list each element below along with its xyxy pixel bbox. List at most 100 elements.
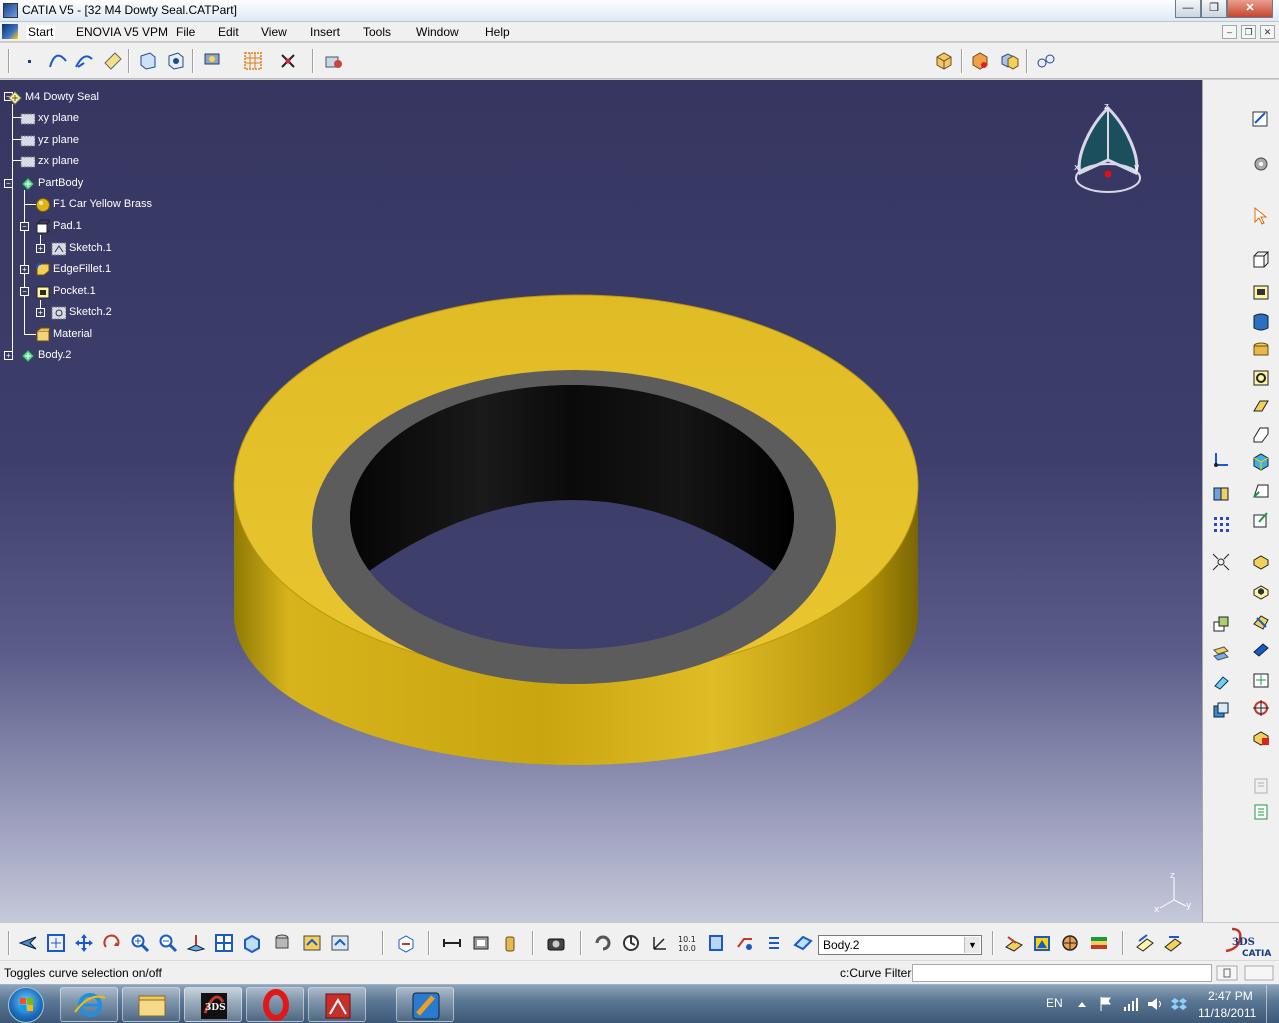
taskbar-internet-explorer[interactable] — [60, 987, 118, 1022]
reference-element-icon[interactable] — [1211, 614, 1231, 634]
stack-icon[interactable] — [1089, 933, 1109, 953]
show-hidden-icons-icon[interactable] — [1076, 997, 1088, 1011]
menu-file[interactable]: File — [176, 25, 195, 39]
menu-tools[interactable]: Tools — [363, 25, 391, 39]
chevron-down-icon[interactable]: ▼ — [964, 937, 980, 953]
menu-enovia[interactable]: ENOVIA V5 VPM — [76, 25, 168, 39]
multi-section-icon[interactable] — [1251, 424, 1271, 444]
clock-time[interactable]: 2:47 PM — [1208, 989, 1253, 1003]
extrude-surface-icon[interactable] — [1211, 644, 1231, 664]
split-icon[interactable] — [1251, 612, 1271, 632]
boolean-icon[interactable] — [1211, 484, 1231, 504]
grid-icon[interactable] — [243, 51, 263, 71]
fit-all-icon[interactable] — [46, 933, 66, 953]
minimize-button[interactable]: — — [1175, 0, 1201, 18]
rib-icon[interactable] — [1251, 368, 1271, 388]
fly-mode-icon[interactable] — [18, 933, 38, 953]
tree-node-pad[interactable]: Pad.1 — [35, 217, 82, 235]
taskbar-explorer[interactable] — [122, 987, 180, 1022]
product-icon[interactable] — [934, 51, 954, 71]
redo-icon[interactable] — [621, 933, 641, 953]
scale-icon[interactable] — [1211, 700, 1231, 720]
sketcher-icon[interactable] — [1251, 108, 1271, 128]
action-center-flag-icon[interactable] — [1098, 995, 1114, 1013]
dropbox-icon[interactable] — [1170, 995, 1188, 1013]
stop-icon[interactable] — [1244, 965, 1274, 981]
thickness-icon[interactable] — [1251, 552, 1271, 572]
catia-app-icon[interactable] — [3, 3, 18, 18]
tree-node-xy-plane[interactable]: xy plane — [20, 109, 79, 127]
annotation-icon[interactable] — [1163, 933, 1183, 953]
capture-icon[interactable] — [546, 933, 566, 953]
windows-start-button[interactable] — [8, 987, 44, 1023]
numeric-values-icon[interactable]: 10.110.0 — [677, 933, 697, 953]
power-input-field[interactable] — [912, 964, 1212, 982]
clock-date[interactable]: 11/18/2011 — [1198, 1006, 1256, 1020]
spline-icon[interactable] — [48, 51, 68, 71]
menu-view[interactable]: View — [261, 25, 287, 39]
catalog-icon[interactable] — [1251, 802, 1271, 822]
tree-expander[interactable]: + — [36, 244, 45, 253]
hole-icon[interactable] — [1251, 340, 1271, 360]
offset-surface-icon[interactable] — [166, 51, 186, 71]
macros-icon[interactable] — [202, 49, 222, 69]
constraint-icon[interactable] — [1036, 51, 1056, 71]
show-desktop-button[interactable] — [1266, 985, 1279, 1023]
drafting-icon[interactable] — [1135, 933, 1155, 953]
menu-window[interactable]: Window — [416, 25, 459, 39]
tree-node-material-applied[interactable]: F1 Car Yellow Brass — [35, 195, 152, 213]
thick-surface-icon[interactable] — [1251, 640, 1271, 660]
taskbar-opera[interactable] — [246, 987, 304, 1022]
undo-icon[interactable] — [593, 933, 613, 953]
3d-viewport[interactable]: − M4 Dowty Seal xy plane yz plane zx pla… — [0, 80, 1202, 922]
tree-node-yz-plane[interactable]: yz plane — [20, 131, 79, 149]
tree-expander[interactable]: + — [4, 351, 13, 360]
menu-edit[interactable]: Edit — [218, 25, 239, 39]
menu-start[interactable]: Start — [26, 25, 56, 39]
axis-system-icon[interactable] — [1211, 450, 1231, 470]
language-indicator[interactable]: EN — [1046, 996, 1063, 1010]
shading-icon[interactable] — [272, 933, 292, 953]
menu-help[interactable]: Help — [485, 25, 510, 39]
taskbar-catia[interactable]: 3DS — [184, 987, 242, 1022]
taskbar-app-red[interactable] — [308, 987, 366, 1022]
work-object-icon[interactable] — [793, 933, 813, 953]
tree-node-sketch-1[interactable]: Sketch.1 — [51, 239, 112, 257]
quick-view-icon[interactable] — [242, 933, 262, 953]
tree-node-edgefillet[interactable]: EdgeFillet.1 — [35, 260, 111, 278]
close-button[interactable]: ✕ — [1227, 0, 1273, 18]
current-body-select[interactable]: Body.2 ▼ — [818, 935, 982, 955]
relation-icon[interactable] — [735, 933, 755, 953]
dress-up-icon[interactable] — [1251, 452, 1271, 472]
surface-icon[interactable] — [138, 51, 158, 71]
tree-node-zx-plane[interactable]: zx plane — [20, 152, 79, 170]
taskbar-app-blue[interactable] — [396, 987, 454, 1022]
mass-properties-icon[interactable] — [500, 933, 520, 953]
shell-icon[interactable] — [1251, 582, 1271, 602]
stiffener-icon[interactable] — [1251, 396, 1271, 416]
pattern-icon[interactable] — [1211, 514, 1231, 534]
tree-node-root[interactable]: M4 Dowty Seal — [7, 88, 99, 106]
doc-close-button[interactable]: ✕ — [1260, 25, 1275, 39]
update-icon[interactable] — [396, 933, 416, 953]
hide-show-icon[interactable] — [302, 933, 322, 953]
tree-expander[interactable]: + — [20, 265, 29, 274]
measure-item-icon[interactable] — [471, 933, 491, 953]
color-map-icon[interactable] — [1032, 933, 1052, 953]
swap-space-icon[interactable] — [330, 933, 350, 953]
tree-expander[interactable]: + — [36, 308, 45, 317]
dimension-icon[interactable] — [442, 933, 462, 953]
list-icon[interactable] — [764, 933, 784, 953]
tree-expander[interactable]: − — [4, 179, 13, 188]
tree-expander[interactable]: − — [20, 287, 29, 296]
tree-node-pocket[interactable]: Pocket.1 — [35, 282, 96, 300]
compass-widget[interactable]: z x y — [1068, 98, 1148, 198]
point-icon[interactable] — [20, 51, 40, 71]
apply-material-icon[interactable] — [324, 51, 344, 71]
axis-xyz-icon[interactable] — [650, 933, 670, 953]
tree-node-body-2[interactable]: Body.2 — [20, 346, 71, 364]
zoom-out-icon[interactable] — [158, 933, 178, 953]
render-style-icon[interactable] — [1004, 933, 1024, 953]
select-arrow-icon[interactable] — [1251, 206, 1271, 226]
power-input-toggle-icon[interactable] — [1216, 965, 1238, 981]
